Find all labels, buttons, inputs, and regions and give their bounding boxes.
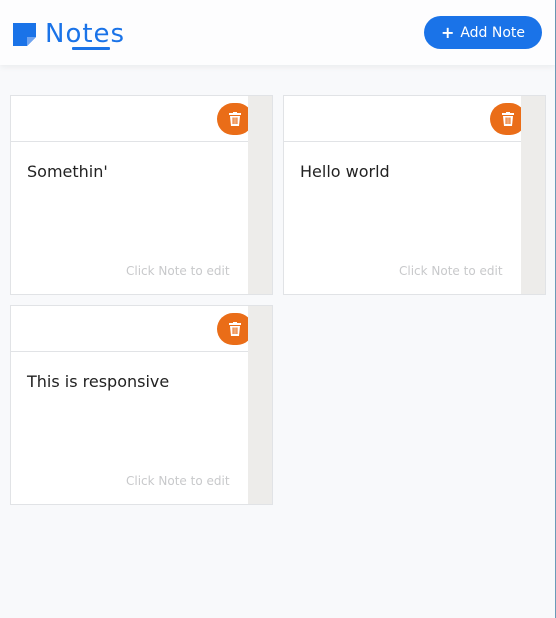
note-scrollbar[interactable] [248,306,272,504]
edit-hint: Click Note to edit [126,474,230,488]
add-note-label: Add Note [460,24,526,41]
trash-icon [229,322,241,336]
trash-icon [229,112,241,126]
edit-hint: Click Note to edit [126,264,230,278]
note-toolbar [11,306,260,352]
plus-icon: + [440,22,455,42]
add-note-button[interactable]: + Add Note [424,16,542,49]
note-card[interactable]: Hello world Click Note to edit [283,95,546,295]
page-title: Notes [45,19,126,49]
sticky-note-icon [13,22,36,46]
note-content[interactable]: Somethin' [27,162,108,181]
note-scrollbar[interactable] [248,96,272,294]
note-scrollbar[interactable] [521,96,545,294]
note-toolbar [11,96,260,142]
app-header: Notes + Add Note [0,0,555,65]
note-content[interactable]: This is responsive [27,372,169,391]
brand: Notes [13,18,125,50]
note-toolbar [284,96,533,142]
note-card[interactable]: This is responsive Click Note to edit [10,305,273,505]
title-underline [72,47,110,50]
edit-hint: Click Note to edit [399,264,503,278]
note-content[interactable]: Hello world [300,162,390,181]
note-card[interactable]: Somethin' Click Note to edit [10,95,273,295]
trash-icon [502,112,514,126]
